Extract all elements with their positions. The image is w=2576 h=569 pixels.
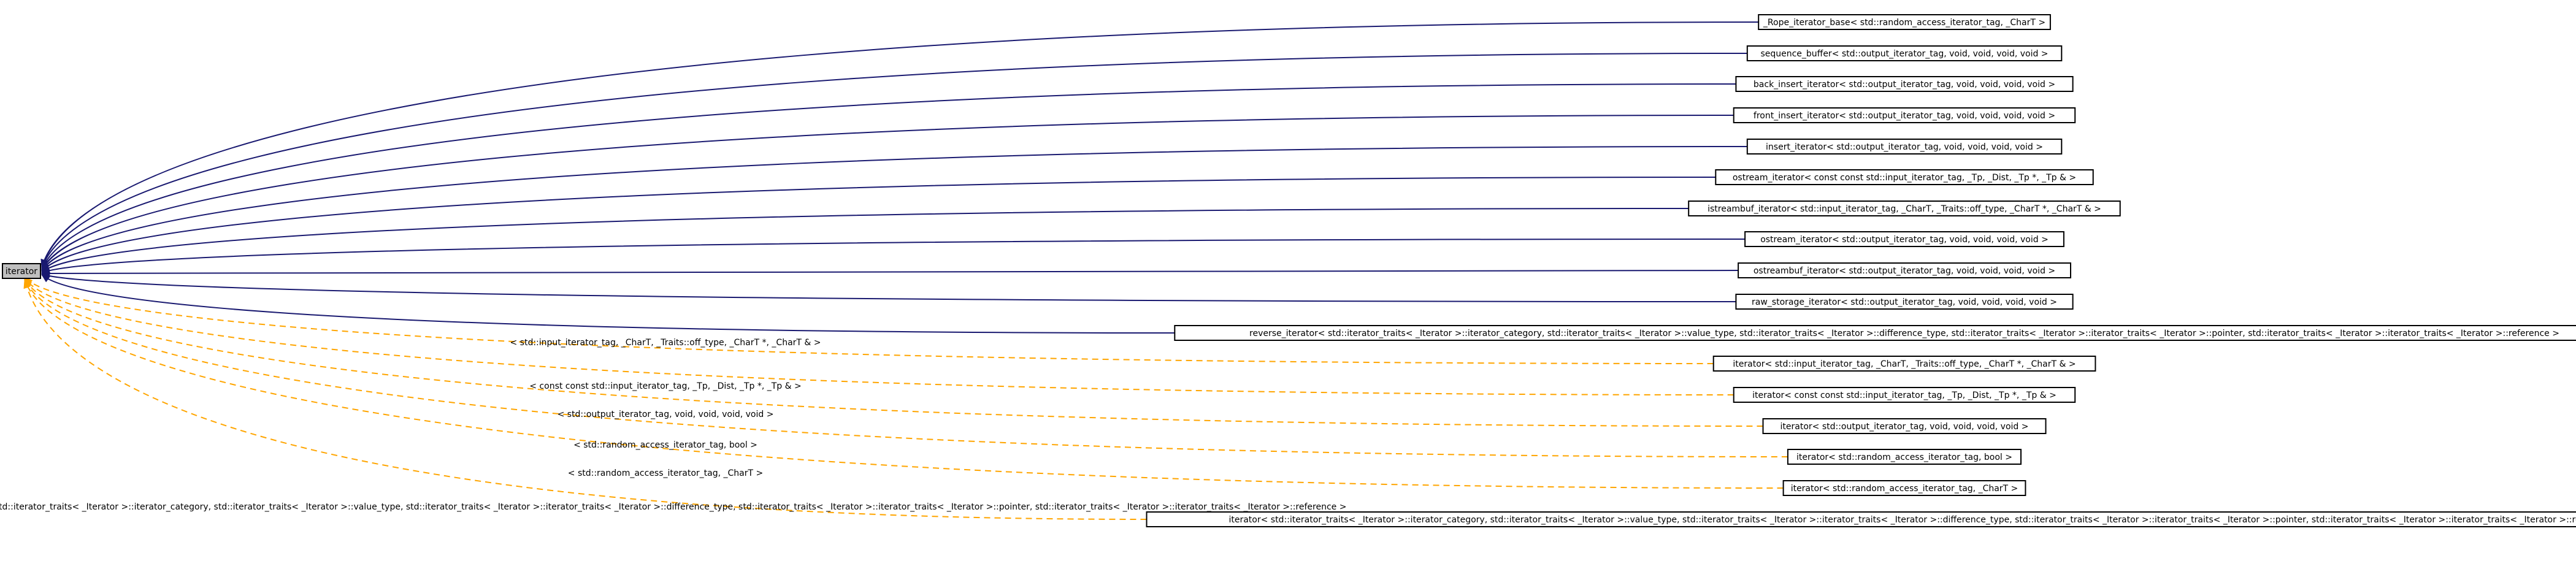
root-node-label: iterator <box>6 267 37 277</box>
template-instance-node-label: iterator< std::random_access_iterator_ta… <box>1796 453 2012 462</box>
template-instance-node-label: iterator< std::output_iterator_tag, void… <box>1781 422 2029 432</box>
derived-class-node-label: reverse_iterator< std::iterator_traits< … <box>1249 329 2559 338</box>
derived-class-node-label: istreambuf_iterator< std::input_iterator… <box>1708 204 2101 214</box>
template-instance-node-label: iterator< std::random_access_iterator_ta… <box>1791 484 2018 494</box>
derived-class-node[interactable]: istreambuf_iterator< std::input_iterator… <box>1688 200 2121 216</box>
derived-class-node[interactable]: _Rope_iterator_base< std::random_access_… <box>1758 14 2051 30</box>
derived-class-node-label: ostream_iterator< std::output_iterator_t… <box>1760 235 2049 245</box>
derived-class-node[interactable]: ostream_iterator< const const std::input… <box>1715 169 2094 185</box>
template-instance-node[interactable]: iterator< const const std::input_iterato… <box>1733 387 2076 403</box>
template-instance-node[interactable]: iterator< std::random_access_iterator_ta… <box>1782 480 2026 496</box>
template-edge-label: < std::output_iterator_tag, void, void, … <box>558 410 774 419</box>
derived-class-node[interactable]: sequence_buffer< std::output_iterator_ta… <box>1746 45 2063 61</box>
template-instance-node-label: iterator< std::input_iterator_tag, _Char… <box>1733 359 2076 369</box>
template-instance-node[interactable]: iterator< std::random_access_iterator_ta… <box>1787 449 2022 465</box>
derived-class-node-label: front_insert_iterator< std::output_itera… <box>1754 111 2055 121</box>
template-instance-node[interactable]: iterator< std::input_iterator_tag, _Char… <box>1712 356 2096 372</box>
inheritance-diagram: < std::input_iterator_tag, _CharT, _Trai… <box>0 14 2576 527</box>
inheritance-edge <box>41 269 1739 277</box>
inheritance-edge <box>40 21 1759 268</box>
derived-class-node-label: ostream_iterator< const const std::input… <box>1733 173 2076 183</box>
derived-class-node-label: insert_iterator< std::output_iterator_ta… <box>1766 142 2043 152</box>
template-instance-node-label: iterator< const const std::input_iterato… <box>1752 391 2057 400</box>
template-edge <box>23 280 1147 520</box>
inheritance-edge <box>41 274 1175 334</box>
root-node-iterator[interactable]: iterator <box>2 263 41 279</box>
inheritance-edge <box>41 273 1736 302</box>
template-edge <box>24 278 1763 427</box>
template-edge-label: < std::random_access_iterator_tag, bool … <box>573 440 757 450</box>
template-edge-label: < const const std::input_iterator_tag, _… <box>529 381 802 391</box>
derived-class-node-label: back_insert_iterator< std::output_iterat… <box>1754 80 2055 90</box>
derived-class-node[interactable]: ostreambuf_iterator< std::output_iterato… <box>1738 262 2072 278</box>
inheritance-edge <box>41 115 1734 271</box>
derived-class-node[interactable]: raw_storage_iterator< std::output_iterat… <box>1735 294 2074 310</box>
template-edge-label: < std::input_iterator_tag, _CharT, _Trai… <box>510 338 821 348</box>
edges-layer <box>23 21 1788 520</box>
template-edge <box>24 278 1788 457</box>
template-instance-node[interactable]: iterator< std::output_iterator_tag, void… <box>1762 418 2047 434</box>
template-instance-node-label: iterator< std::iterator_traits< _Iterato… <box>1229 515 2576 525</box>
template-edge-label: < std::iterator_traits< _Iterator >::ite… <box>0 502 1346 512</box>
inheritance-edge <box>41 83 1736 270</box>
derived-class-node[interactable]: insert_iterator< std::output_iterator_ta… <box>1746 139 2063 155</box>
template-edge-label: < std::random_access_iterator_tag, _Char… <box>568 468 763 478</box>
derived-class-node[interactable]: back_insert_iterator< std::output_iterat… <box>1735 76 2074 92</box>
inheritance-edge <box>41 239 1746 273</box>
derived-class-node-label: ostreambuf_iterator< std::output_iterato… <box>1754 266 2055 276</box>
template-instance-node[interactable]: iterator< std::iterator_traits< _Iterato… <box>1146 511 2576 527</box>
edge-labels-layer: < std::input_iterator_tag, _CharT, _Trai… <box>0 338 1346 512</box>
template-edge <box>24 277 1714 364</box>
derived-class-node[interactable]: ostream_iterator< std::output_iterator_t… <box>1744 231 2064 247</box>
derived-class-node[interactable]: reverse_iterator< std::iterator_traits< … <box>1174 325 2576 341</box>
derived-class-node-label: _Rope_iterator_base< std::random_access_… <box>1763 18 2045 28</box>
inheritance-edge <box>41 208 1689 273</box>
derived-class-node-label: sequence_buffer< std::output_iterator_ta… <box>1760 49 2048 59</box>
derived-class-node-label: raw_storage_iterator< std::output_iterat… <box>1752 297 2057 307</box>
derived-class-node[interactable]: front_insert_iterator< std::output_itera… <box>1733 107 2076 123</box>
inheritance-edge <box>41 177 1716 272</box>
